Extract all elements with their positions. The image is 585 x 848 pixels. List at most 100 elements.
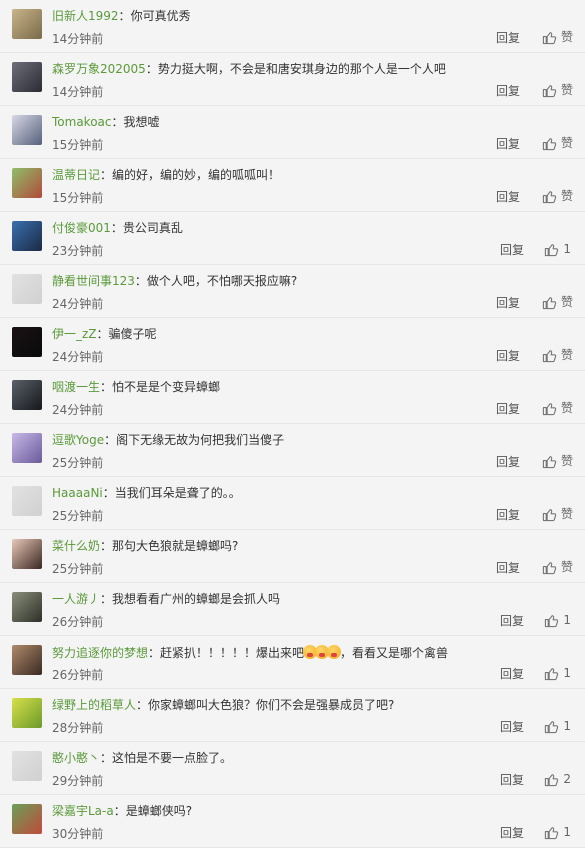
comment-time: 25分钟前 [52,562,104,576]
reply-button[interactable]: 回复 [496,349,520,364]
like-button[interactable]: 1 [544,718,571,734]
comment-time: 14分钟前 [52,32,104,46]
comment-username[interactable]: 一人游丿 [52,592,100,606]
comment-username[interactable]: 森罗万象202005 [52,62,146,76]
thumbs-up-icon [542,454,557,469]
comment-username[interactable]: 旧新人1992 [52,9,119,23]
avatar[interactable] [12,539,42,569]
comment-username[interactable]: 绿野上的稻草人 [52,698,136,712]
comment-username[interactable]: 付俊豪001 [52,221,111,235]
avatar[interactable] [12,592,42,622]
avatar[interactable] [12,221,42,251]
comment-username[interactable]: HaaaaNi [52,486,103,500]
comment-text: 阁下无缘无故为何把我们当傻子 [116,433,285,447]
like-count: 赞 [560,454,573,468]
comment-username[interactable]: Tomakoac [52,115,112,129]
reply-button[interactable]: 回复 [496,402,520,417]
thumbs-up-icon [542,83,557,98]
like-count: 1 [563,825,571,839]
like-button[interactable]: 赞 [542,294,573,310]
reply-button[interactable]: 回复 [496,561,520,576]
avatar[interactable] [12,327,42,357]
reply-button[interactable]: 回复 [500,720,524,735]
comment-text: 你可真优秀 [130,9,191,23]
comment-time: 26分钟前 [52,668,104,682]
comment-text: 赶紧扒！！！！！爆出来吧 [160,646,305,660]
comment-time: 25分钟前 [52,456,104,470]
like-count: 赞 [560,295,573,309]
like-button[interactable]: 赞 [542,188,573,204]
reply-button[interactable]: 回复 [500,243,524,258]
reply-button[interactable]: 回复 [496,508,520,523]
comment-username[interactable]: 梁嘉宇La-a [52,804,114,818]
comment-time: 15分钟前 [52,191,104,205]
avatar[interactable] [12,115,42,145]
reply-button[interactable]: 回复 [496,296,520,311]
thumbs-up-icon [542,401,557,416]
comment-item: 付俊豪001：贵公司真乱 23分钟前 回复 1 [0,212,585,265]
like-button[interactable]: 赞 [542,559,573,575]
comment-username[interactable]: 静看世间事123 [52,274,135,288]
like-count: 1 [563,666,571,680]
comment-username[interactable]: 咽渡一生 [52,380,100,394]
thumbs-up-icon [542,189,557,204]
avatar[interactable] [12,433,42,463]
reply-button[interactable]: 回复 [500,614,524,629]
comment-time: 14分钟前 [52,85,104,99]
like-button[interactable]: 1 [544,612,571,628]
like-count: 赞 [560,560,573,574]
comment-item: 逗歌Yoge：阁下无缘无故为何把我们当傻子 25分钟前 回复 赞 [0,424,585,477]
avatar[interactable] [12,751,42,781]
reply-button[interactable]: 回复 [500,667,524,682]
like-count: 1 [563,613,571,627]
avatar[interactable] [12,486,42,516]
like-button[interactable]: 赞 [542,82,573,98]
reply-button[interactable]: 回复 [500,773,524,788]
comment-text: 编的好，编的妙，编的呱呱叫！ [112,168,281,182]
thumbs-up-icon [542,136,557,151]
reply-button[interactable]: 回复 [496,190,520,205]
avatar[interactable] [12,380,42,410]
comment-time: 26分钟前 [52,615,104,629]
like-button[interactable]: 赞 [542,135,573,151]
like-button[interactable]: 赞 [542,29,573,45]
comment-text: 你家蟑螂叫大色狼？你们不会是强暴成员了吧? [148,698,395,712]
comment-item: 菜什么奶：那句大色狼就是蟑螂吗? 25分钟前 回复 赞 [0,530,585,583]
like-button[interactable]: 赞 [542,506,573,522]
avatar[interactable] [12,804,42,834]
like-button[interactable]: 1 [544,241,571,257]
like-button[interactable]: 赞 [542,347,573,363]
like-button[interactable]: 2 [544,771,571,787]
comment-time: 23分钟前 [52,244,104,258]
comment-username[interactable]: 伊一_zZ [52,327,97,341]
reply-button[interactable]: 回复 [496,455,520,470]
like-count: 赞 [560,348,573,362]
thumbs-up-icon [544,242,559,257]
avatar[interactable] [12,62,42,92]
comment-item: 绿野上的稻草人：你家蟑螂叫大色狼？你们不会是强暴成员了吧? 28分钟前 回复 1 [0,689,585,742]
reply-button[interactable]: 回复 [496,137,520,152]
comment-username[interactable]: 逗歌Yoge [52,433,104,447]
avatar[interactable] [12,645,42,675]
like-button[interactable]: 赞 [542,453,573,469]
avatar[interactable] [12,9,42,39]
comment-item: 森罗万象202005：势力挺大啊，不会是和唐安琪身边的那个人是一个人吧 14分钟… [0,53,585,106]
reply-button[interactable]: 回复 [496,84,520,99]
reply-button[interactable]: 回复 [496,31,520,46]
comment-item: 一人游丿：我想看看广州的蟑螂是会抓人吗 26分钟前 回复 1 [0,583,585,636]
avatar[interactable] [12,698,42,728]
comment-text: 做个人吧，不怕哪天报应嘛? [146,274,298,288]
comment-username[interactable]: 菜什么奶 [52,539,100,553]
comment-username[interactable]: 努力追逐你的梦想 [52,646,148,660]
like-button[interactable]: 1 [544,824,571,840]
comment-item: HaaaaNi：当我们耳朵是聋了的。。 25分钟前 回复 赞 [0,477,585,530]
comment-username[interactable]: 温蒂日记 [52,168,100,182]
avatar[interactable] [12,168,42,198]
thumbs-up-icon [544,613,559,628]
emoji-icon [327,645,342,659]
comment-text: 势力挺大啊，不会是和唐安琪身边的那个人是一个人吧 [157,62,446,76]
avatar[interactable] [12,274,42,304]
like-button[interactable]: 1 [544,665,571,681]
comment-username[interactable]: 憨小憨丶 [52,751,100,765]
like-button[interactable]: 赞 [542,400,573,416]
